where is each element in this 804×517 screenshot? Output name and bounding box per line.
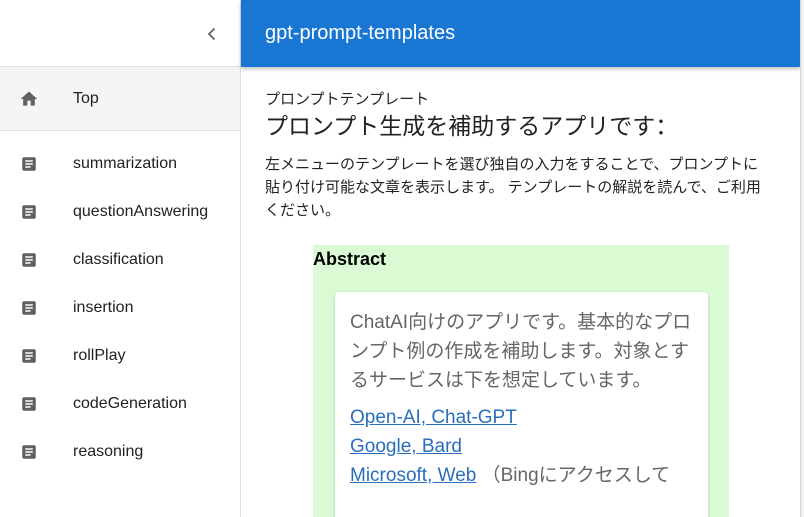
document-icon (19, 298, 39, 318)
sidebar-item-label: insertion (73, 299, 134, 316)
sidebar-item-rollplay[interactable]: rollPlay (0, 332, 240, 380)
sidebar-item-question-answering[interactable]: questionAnswering (0, 188, 240, 236)
link-suffix: （Bingにアクセスして (476, 465, 671, 486)
sidebar-item-code-generation[interactable]: codeGeneration (0, 380, 240, 428)
sidebar-item-reasoning[interactable]: reasoning (0, 428, 240, 476)
sidebar-item-label: reasoning (73, 443, 144, 460)
sidebar-item-summarization[interactable]: summarization (0, 140, 240, 188)
sidebar-item-label: Top (73, 89, 99, 107)
google-bard-link[interactable]: Google, Bard (350, 436, 462, 457)
abstract-card: ChatAI向けのアプリです。基本的なプロンプト例の作成を補助します。対象とする… (335, 292, 708, 517)
chevron-left-icon (207, 27, 216, 41)
sidebar-item-label: questionAnswering (73, 203, 209, 220)
page-title: プロンプト生成を補助するアプリです： (265, 113, 679, 139)
service-link-item: Open-AI, Chat-GPT (350, 403, 694, 432)
document-icon (19, 394, 39, 414)
document-icon (19, 346, 39, 366)
document-icon (19, 250, 39, 270)
sidebar: Top summarization questionAnswering clas… (0, 0, 241, 517)
sidebar-item-label: codeGeneration (73, 395, 187, 412)
sidebar-item-label: summarization (73, 155, 178, 172)
document-icon (19, 202, 39, 222)
sidebar-item-classification[interactable]: classification (0, 236, 240, 284)
page-description: 左メニューのテンプレートを選び独自の入力をすることで、プロンプトに貼り付け可能な… (265, 156, 761, 219)
page-subtitle: プロンプトテンプレート (265, 91, 430, 108)
abstract-text: ChatAI向けのアプリです。基本的なプロンプト例の作成を補助します。対象とする… (350, 312, 692, 391)
open-ai-link[interactable]: Open-AI, Chat-GPT (350, 407, 517, 428)
microsoft-web-link[interactable]: Microsoft, Web (350, 465, 476, 486)
home-icon (19, 89, 39, 109)
sidebar-header (0, 0, 240, 67)
service-links: Open-AI, Chat-GPT Google, Bard Microsoft… (350, 403, 694, 490)
main-content: プロンプトテンプレート プロンプト生成を補助するアプリです： 左メニューのテンプ… (265, 90, 785, 222)
template-nav-list: summarization questionAnswering classifi… (0, 140, 240, 476)
sidebar-item-label: rollPlay (73, 347, 126, 364)
document-icon (19, 442, 39, 462)
abstract-section: Abstract ChatAI向けのアプリです。基本的なプロンプト例の作成を補助… (313, 245, 729, 517)
sidebar-item-top[interactable]: Top (0, 67, 240, 131)
sidebar-item-label: classification (73, 251, 164, 268)
document-icon (19, 154, 39, 174)
collapse-sidebar-button[interactable] (200, 22, 224, 46)
abstract-title: Abstract (313, 249, 387, 269)
scrollbar-track[interactable] (800, 0, 804, 517)
app-bar: gpt-prompt-templates (241, 0, 800, 67)
service-link-item: Microsoft, Web （Bingにアクセスして (350, 461, 694, 490)
service-link-item: Google, Bard (350, 432, 694, 461)
app-title: gpt-prompt-templates (265, 22, 456, 44)
sidebar-item-insertion[interactable]: insertion (0, 284, 240, 332)
